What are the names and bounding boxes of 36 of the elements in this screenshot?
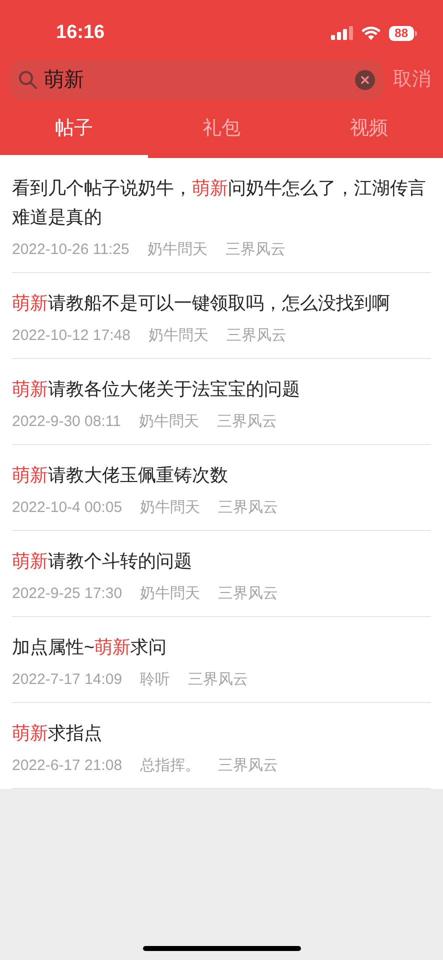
post-time: 2022-9-30 08:11 [12, 412, 121, 432]
post-title[interactable]: 萌新请教各位大佬关于法宝宝的问题 [12, 375, 431, 404]
post-title[interactable]: 萌新请教个斗转的问题 [12, 547, 431, 576]
search-icon [18, 70, 38, 90]
post-title[interactable]: 看到几个帖子说奶牛，萌新问奶牛怎么了，江湖传言难道是真的 [12, 174, 431, 232]
post-author: 奶牛問天 [140, 584, 200, 604]
post-title[interactable]: 萌新请教船不是可以一键领取吗，怎么没找到啊 [12, 289, 431, 318]
search-field[interactable]: 萌新 [44, 65, 349, 95]
post-forum: 三界风云 [218, 498, 278, 518]
post-title[interactable]: 加点属性~萌新求问 [12, 633, 431, 662]
post-forum: 三界风云 [226, 326, 286, 346]
post-forum: 三界风云 [218, 756, 278, 776]
post-author: 奶牛問天 [147, 240, 208, 260]
wifi-icon [360, 26, 381, 40]
post-forum: 三界风云 [218, 584, 278, 604]
post-author: 聆听 [140, 670, 170, 690]
post-author: 奶牛問天 [140, 498, 200, 518]
post-time: 2022-7-17 14:09 [12, 670, 122, 690]
post-forum: 三界风云 [188, 670, 248, 690]
post-title[interactable]: 萌新求指点 [12, 719, 431, 748]
post-author: 奶牛問天 [138, 412, 199, 432]
post-time: 2022-10-26 11:25 [12, 240, 130, 260]
post-forum: 三界风云 [225, 240, 286, 260]
clear-icon[interactable] [355, 70, 375, 90]
post-time: 2022-10-12 17:48 [12, 326, 130, 346]
post-time: 2022-9-25 17:30 [12, 584, 122, 604]
post-title[interactable]: 萌新请教大佬玉佩重铸次数 [12, 461, 431, 490]
post-time: 2022-10-4 00:05 [12, 498, 122, 518]
signal-icon [330, 26, 353, 40]
search-bar[interactable]: 萌新 [10, 60, 383, 100]
status-time: 16:16 [56, 20, 105, 45]
post-author: 总指挥。 [140, 756, 200, 776]
post-time: 2022-6-17 21:08 [12, 756, 122, 776]
post-author: 奶牛問天 [148, 326, 208, 346]
post-forum: 三界风云 [216, 412, 277, 432]
battery-level: 88 [388, 26, 414, 40]
